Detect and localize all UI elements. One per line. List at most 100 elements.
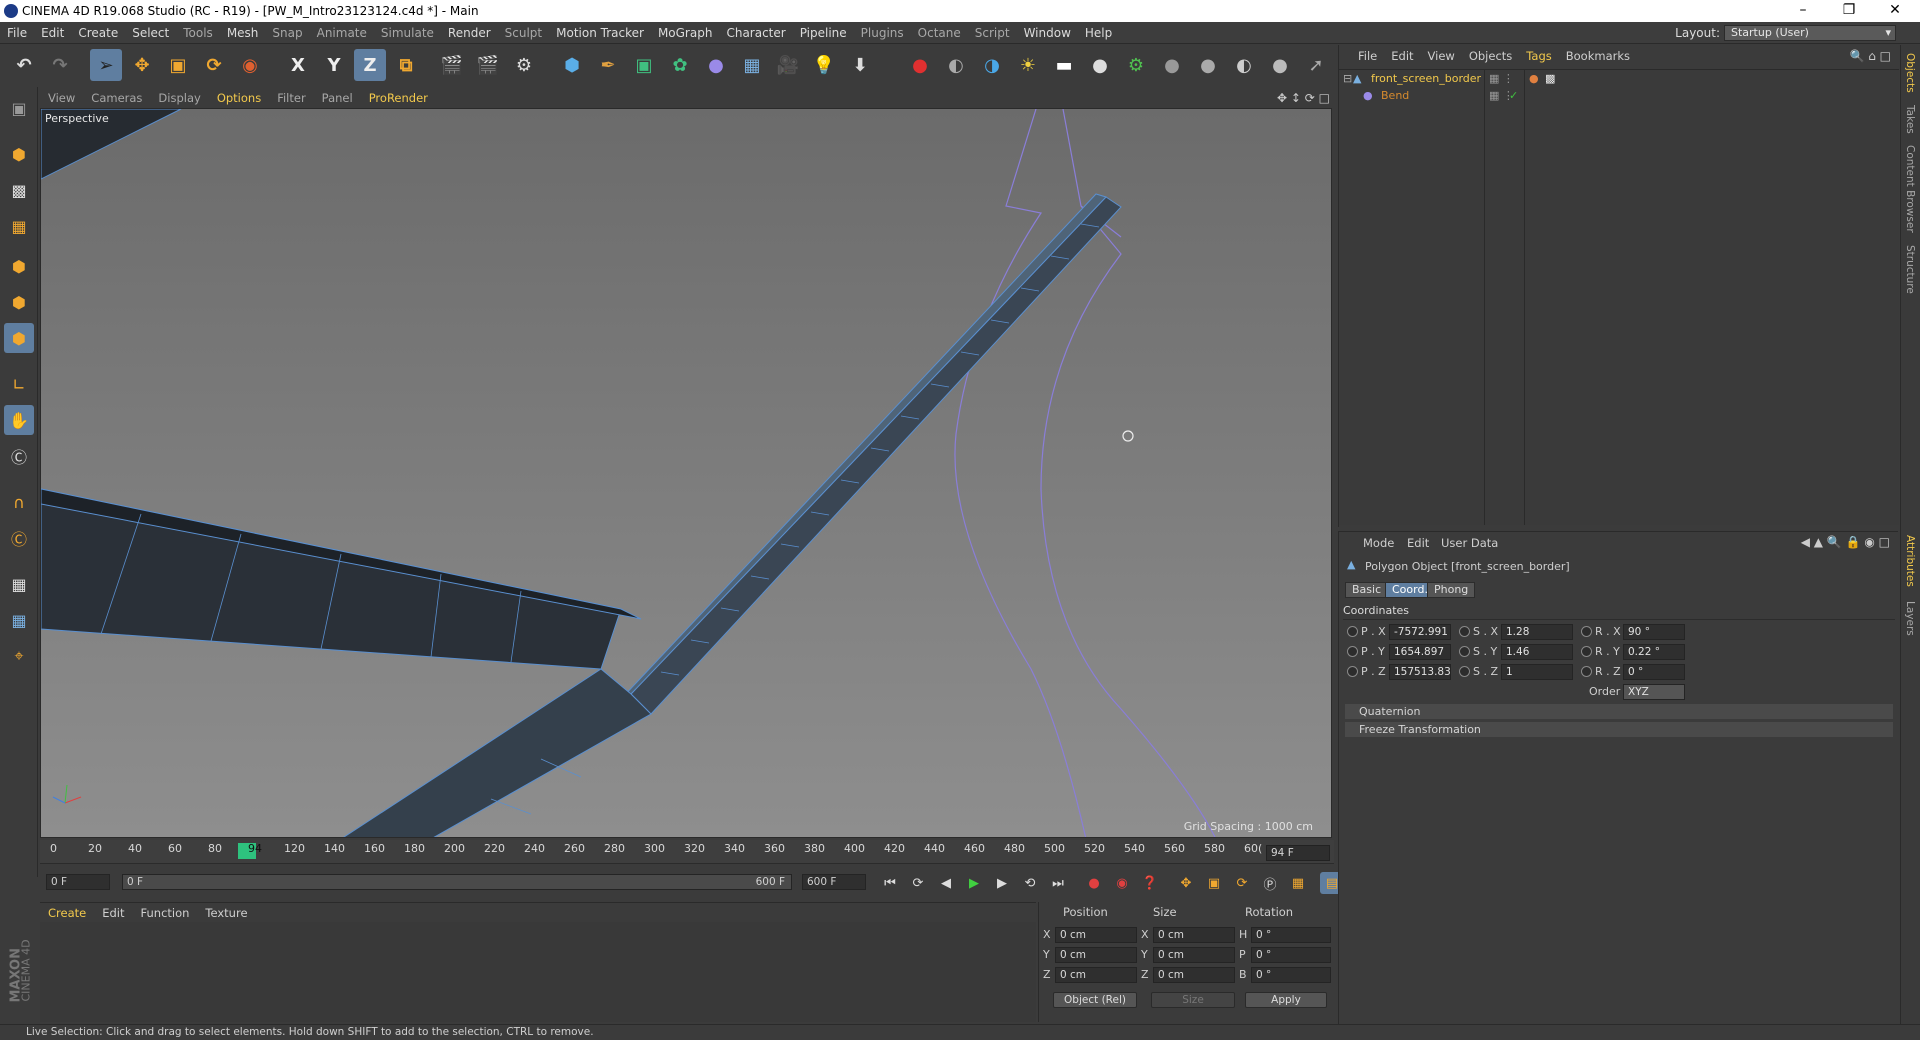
scale-y-input[interactable]: 1.46	[1501, 644, 1573, 660]
octane-specular-icon[interactable]: ●	[1264, 49, 1296, 81]
texture-tag-icon[interactable]: ▩	[1545, 70, 1555, 87]
polygons-mode-icon[interactable]: ⬢	[4, 323, 34, 353]
object-row-front-screen-border[interactable]: ⊟ ▲ front_screen_border ▦ ⋮ ● ▩	[1339, 70, 1899, 87]
x-axis-lock[interactable]: X	[282, 49, 314, 81]
keyframe-radio[interactable]	[1581, 626, 1592, 637]
record-scale-icon[interactable]: ▣	[1202, 872, 1226, 894]
magnet-icon[interactable]: ∩	[4, 487, 34, 517]
keyframe-radio[interactable]	[1347, 626, 1358, 637]
z-axis-lock[interactable]: Z	[354, 49, 386, 81]
rotate-tool-icon[interactable]: ⟳	[198, 49, 230, 81]
enabled-check-icon[interactable]: ✓	[1509, 87, 1518, 104]
record-rotation-icon[interactable]: ⟳	[1230, 872, 1254, 894]
coord-mode-dropdown[interactable]: Object (Rel)	[1053, 992, 1137, 1008]
edges-mode-icon[interactable]: ⬢	[4, 287, 34, 317]
rotation-x-input[interactable]: 90 °	[1623, 624, 1685, 640]
size-z-field[interactable]: 0 cm	[1153, 967, 1235, 983]
octane-diffuse-icon[interactable]: ●	[1156, 49, 1188, 81]
apply-button[interactable]: Apply	[1245, 992, 1327, 1008]
position-y-input[interactable]: 1654.897	[1389, 644, 1451, 660]
object-name[interactable]: front_screen_border	[1371, 70, 1481, 87]
subdivision-surface-icon[interactable]: ▣	[628, 49, 660, 81]
object-row-bend[interactable]: ● Bend ▦ ⋮ ✓	[1339, 87, 1899, 104]
keyframe-radio[interactable]	[1347, 666, 1358, 677]
objects-menu-bookmarks[interactable]: Bookmarks	[1559, 45, 1637, 67]
scale-x-input[interactable]: 1.28	[1501, 624, 1573, 640]
soft-selection-icon[interactable]: Ⓒ	[4, 523, 34, 553]
keyframe-radio[interactable]	[1459, 666, 1470, 677]
side-tab-layers[interactable]: Layers	[1904, 601, 1916, 636]
keyframe-radio[interactable]	[1581, 646, 1592, 657]
material-menu-edit[interactable]: Edit	[94, 903, 132, 923]
phong-tag-icon[interactable]: ●	[1529, 70, 1539, 87]
position-y-field[interactable]: 0 cm	[1055, 947, 1137, 963]
previous-keyframe-icon[interactable]: ⟳	[906, 872, 930, 894]
undo-icon[interactable]: ↶	[8, 49, 40, 81]
deformer-icon[interactable]: ●	[700, 49, 732, 81]
keyframe-radio[interactable]	[1459, 626, 1470, 637]
render-picture-viewer-icon[interactable]: 🎬	[472, 49, 504, 81]
y-axis-lock[interactable]: Y	[318, 49, 350, 81]
viewport-nav-icons[interactable]: ✥ ↕ ⟳ □	[1277, 91, 1330, 105]
current-frame-field[interactable]: 94 F	[1266, 845, 1330, 861]
scale-tool-icon[interactable]: ▣	[162, 49, 194, 81]
tweak-mode-icon[interactable]: ✋	[4, 405, 34, 435]
rotation-y-input[interactable]: 0.22 °	[1623, 644, 1685, 660]
octane-mix-icon[interactable]: ◐	[1228, 49, 1260, 81]
side-tab-structure[interactable]: Structure	[1904, 245, 1916, 294]
menu-render[interactable]: Render	[441, 22, 498, 44]
viewport-menu-display[interactable]: Display	[150, 88, 208, 108]
model-mode-icon[interactable]: ⬢	[4, 139, 34, 169]
menu-help[interactable]: Help	[1078, 22, 1119, 44]
timeline-end-field[interactable]: 600 F	[802, 874, 866, 890]
menu-octane[interactable]: Octane	[911, 22, 968, 44]
octane-node-editor-icon[interactable]: ➚	[1300, 49, 1332, 81]
make-editable-icon[interactable]: ▣	[4, 93, 34, 123]
octane-hdri-icon[interactable]: ●	[1084, 49, 1116, 81]
rotation-b-field[interactable]: 0 °	[1251, 967, 1331, 983]
viewport-menu-panel[interactable]: Panel	[314, 88, 361, 108]
xyz-axis-icon[interactable]: ⌖	[4, 641, 34, 671]
rotation-z-input[interactable]: 0 °	[1623, 664, 1685, 680]
attributes-menu-edit[interactable]: Edit	[1407, 536, 1429, 550]
collapse-icon[interactable]: ⊟	[1343, 70, 1352, 87]
record-active-objects-icon[interactable]: ●	[1082, 872, 1106, 894]
enable-axis-icon[interactable]: ∟	[4, 369, 34, 399]
coordinate-system-icon[interactable]: ⧉	[390, 49, 422, 81]
tab-basic[interactable]: Basic	[1345, 582, 1389, 598]
octane-render-icon[interactable]: ●	[904, 49, 936, 81]
render-view-icon[interactable]: 🎬	[436, 49, 468, 81]
position-x-field[interactable]: 0 cm	[1055, 927, 1137, 943]
position-z-input[interactable]: 157513.83	[1389, 664, 1451, 680]
keyframe-selection-icon[interactable]: ❓	[1138, 872, 1162, 894]
lock-workplane-icon[interactable]: ▦	[4, 569, 34, 599]
render-settings-icon[interactable]: ⚙	[508, 49, 540, 81]
go-to-end-icon[interactable]: ⏭	[1046, 872, 1070, 894]
menu-animate[interactable]: Animate	[310, 22, 374, 44]
octane-material-icon[interactable]: ◐	[940, 49, 972, 81]
objects-menu-objects[interactable]: Objects	[1462, 45, 1519, 67]
size-x-field[interactable]: 0 cm	[1153, 927, 1235, 943]
cube-object-icon[interactable]: ⬢	[556, 49, 588, 81]
menu-motion-tracker[interactable]: Motion Tracker	[549, 22, 651, 44]
rotation-order-dropdown[interactable]: XYZ	[1623, 684, 1685, 700]
move-tool-icon[interactable]: ✥	[126, 49, 158, 81]
octane-area-light-icon[interactable]: ▬	[1048, 49, 1080, 81]
scale-z-input[interactable]: 1	[1501, 664, 1573, 680]
coord-size-dropdown[interactable]: Size	[1151, 992, 1235, 1008]
preview-range-slider[interactable]: 0 F 600 F	[122, 874, 792, 890]
material-menu-function[interactable]: Function	[133, 903, 198, 923]
record-point-level-icon[interactable]: ▦	[1286, 872, 1310, 894]
objects-menu-edit[interactable]: Edit	[1384, 45, 1420, 67]
material-menu-texture[interactable]: Texture	[197, 903, 255, 923]
keyframe-radio[interactable]	[1347, 646, 1358, 657]
material-manager-area[interactable]	[40, 922, 1036, 1022]
menu-snap[interactable]: Snap	[265, 22, 309, 44]
play-forward-icon[interactable]: ▶	[962, 872, 986, 894]
menu-mesh[interactable]: Mesh	[220, 22, 266, 44]
restore-icon[interactable]: ❐	[1826, 0, 1872, 22]
material-menu-create[interactable]: Create	[40, 903, 94, 923]
viewport-menu-cameras[interactable]: Cameras	[83, 88, 150, 108]
menu-edit[interactable]: Edit	[34, 22, 71, 44]
menu-character[interactable]: Character	[719, 22, 792, 44]
